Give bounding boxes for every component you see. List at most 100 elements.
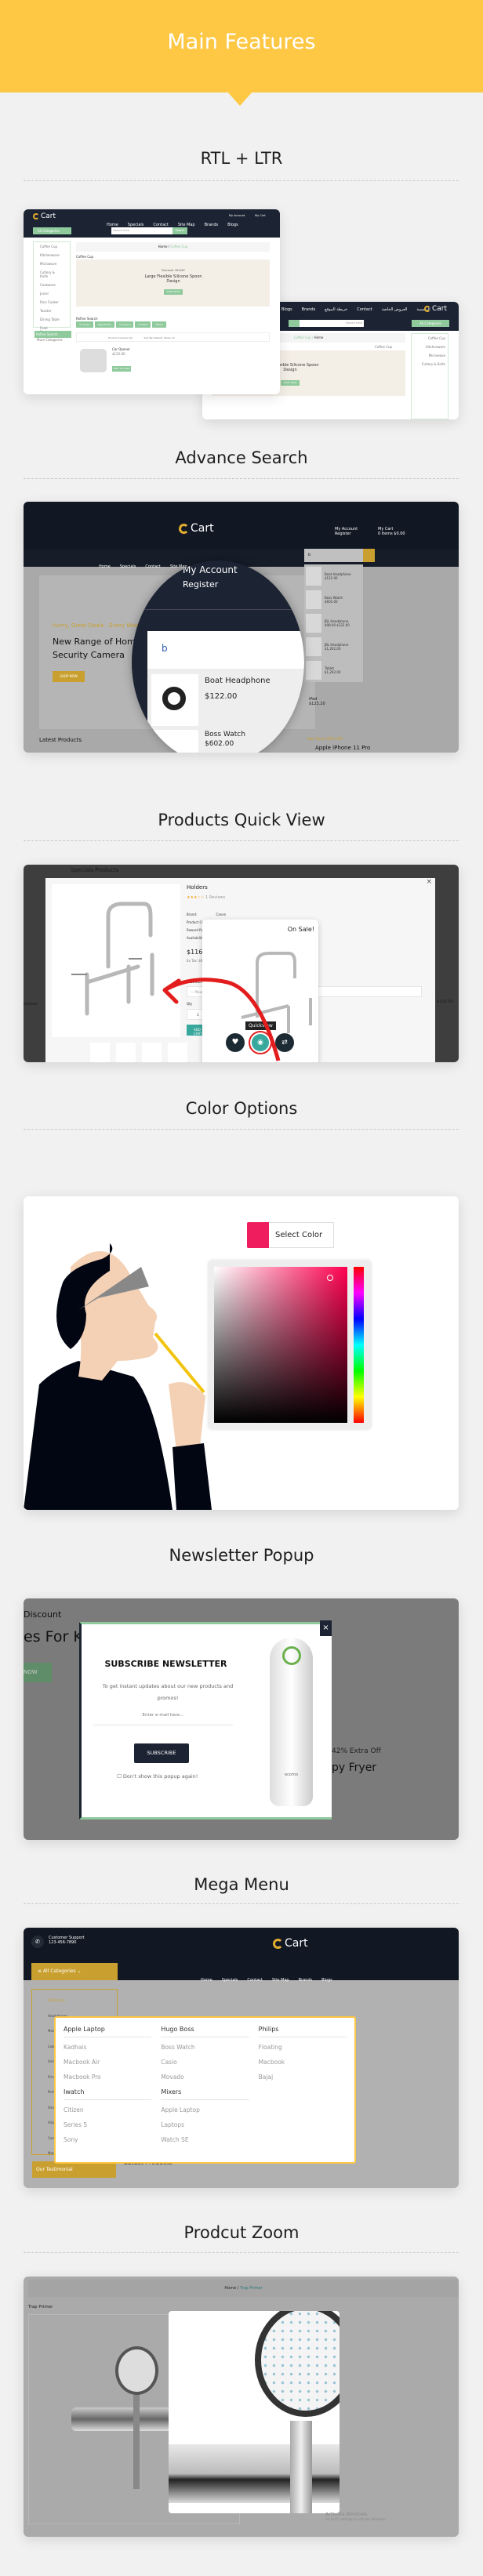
sidebar-item[interactable]: Cutlery & Knife: [34, 268, 70, 281]
selected-color-swatch[interactable]: [247, 1222, 269, 1248]
refine-tag[interactable]: Egg Boilers: [95, 321, 115, 328]
mega-menu-heading[interactable]: Apple Laptop: [64, 2026, 152, 2037]
saturation-field[interactable]: [214, 1267, 347, 1423]
customer-support: Customer Support 123-456-7890: [49, 1936, 85, 1945]
sidebar-item[interactable]: Rice Cooker: [34, 298, 70, 307]
account-link[interactable]: My Account Register: [335, 527, 358, 536]
sidebar-item[interactable]: Microwave: [34, 259, 70, 268]
nav-brands[interactable]: Brands: [205, 223, 219, 227]
breadcrumb-home[interactable]: Home: [224, 2286, 236, 2291]
cart-link[interactable]: My Cart: [255, 214, 266, 217]
subscribe-button[interactable]: SUBSCRIBE: [134, 1743, 189, 1763]
search-result-item[interactable]: Boss Watch $602.00: [304, 588, 363, 611]
sidebar-item[interactable]: Coffee Cup: [34, 242, 70, 251]
search-result-item[interactable]: Boat Headphone $122.00: [304, 564, 363, 588]
search-result-item[interactable]: JBL Headphone $98.00 $122.00: [304, 611, 363, 635]
mega-menu-link[interactable]: Movado: [161, 2073, 249, 2088]
all-categories-button[interactable]: All Categories: [33, 227, 71, 234]
email-input[interactable]: Enter e-mail here...: [93, 1713, 233, 1725]
add-to-cart-button[interactable]: ADD TO CART: [112, 366, 131, 372]
divider: [24, 1129, 459, 1130]
search-result-magnified[interactable]: Boat Headphone $122.00 Boss Watch $602.0…: [147, 669, 304, 753]
mega-menu-link[interactable]: Floating: [259, 2044, 347, 2059]
sidebar-item[interactable]: Kitchenware: [34, 251, 70, 259]
shop-now-button[interactable]: SHOP NOW: [53, 671, 85, 682]
search-button[interactable]: Search: [172, 227, 187, 234]
mega-menu-link[interactable]: Macbook Pro: [64, 2073, 151, 2088]
account-link[interactable]: My Account: [229, 214, 245, 217]
nav-contact[interactable]: Contact: [247, 1978, 262, 1983]
mega-menu-link[interactable]: Casio: [161, 2059, 249, 2073]
search-icon-button[interactable]: [363, 549, 375, 562]
nav-site-map[interactable]: Site Map: [272, 1978, 289, 1983]
select-color-button[interactable]: Select Color: [269, 1222, 334, 1248]
mega-menu-link[interactable]: Boss Watch: [161, 2044, 249, 2059]
refine-tag[interactable]: Mixers: [152, 321, 167, 328]
mega-menu-link[interactable]: Watch SE: [161, 2136, 249, 2151]
mega-menu-heading[interactable]: Iwatch: [64, 2088, 152, 2100]
product-name[interactable]: Car Opener: [112, 347, 130, 351]
mega-menu-link[interactable]: Macbook Air: [64, 2059, 151, 2073]
mega-menu-heading[interactable]: Philips: [258, 2026, 347, 2037]
refine-tag[interactable]: Cookers: [135, 321, 151, 328]
toaster-image: [80, 349, 107, 372]
search-button[interactable]: [289, 320, 300, 327]
search-result-item[interactable]: Tablet $1,202.00: [304, 659, 363, 682]
nav-blogs[interactable]: Blogs: [227, 223, 238, 227]
nav-specials[interactable]: Specials: [222, 1978, 238, 1983]
picker-handle[interactable]: [327, 1275, 333, 1281]
mega-menu-link[interactable]: Series 5: [64, 2121, 151, 2136]
logo[interactable]: Cart: [423, 305, 447, 313]
nav-item[interactable]: Contact: [357, 307, 372, 312]
mega-menu-link[interactable]: Kadhais: [64, 2044, 151, 2059]
search-input[interactable]: Search here: [111, 227, 172, 234]
sort-select[interactable]: Default: [154, 336, 162, 339]
logo[interactable]: Cart: [273, 1937, 308, 1950]
mega-menu-link[interactable]: Citizen: [64, 2106, 151, 2121]
nav-brands[interactable]: Brands: [299, 1978, 313, 1983]
nav-item[interactable]: Blogs: [281, 307, 292, 312]
search-result-item[interactable]: JBL Headphone $1,202.00: [304, 635, 363, 659]
cart-link[interactable]: My Cart 0 items $0.00: [378, 527, 405, 536]
all-categories-button[interactable]: ≡ All Categories ⌄: [31, 1963, 118, 1980]
nav-home[interactable]: Home: [201, 1978, 212, 1983]
sidebar-item[interactable]: Dining Table: [34, 315, 70, 324]
sidebar-item[interactable]: Cookware: [34, 281, 70, 289]
shop-now-button[interactable]: SHOP NOW: [281, 380, 300, 386]
mega-menu-link[interactable]: Macbook: [259, 2059, 347, 2073]
nav-home[interactable]: Home: [99, 564, 111, 569]
mega-menu-heading[interactable]: Mixers: [161, 2088, 249, 2100]
refine-tag[interactable]: Choppers: [116, 321, 134, 328]
color-screenshot: Select Color: [24, 1196, 459, 1510]
shop-now-button[interactable]: SHOP NOW: [164, 289, 183, 295]
nav-contact[interactable]: Contact: [145, 564, 160, 569]
mega-menu-link[interactable]: Apple Laptop: [161, 2106, 249, 2121]
mega-menu-link[interactable]: Laptops: [161, 2121, 249, 2136]
nav-blogs[interactable]: Blogs: [321, 1978, 332, 1983]
nav-item[interactable]: العروض الخاصة: [382, 307, 408, 312]
logo[interactable]: Cart: [33, 212, 56, 220]
search-input[interactable]: b: [304, 549, 363, 562]
refine-tag[interactable]: Air Fryers: [76, 321, 94, 328]
hue-slider[interactable]: [354, 1267, 364, 1423]
sidebar-item[interactable]: Toaster: [34, 307, 70, 315]
logo[interactable]: Cart: [179, 522, 214, 535]
sidebar-item[interactable]: Juicer: [34, 289, 70, 298]
phone-icon: ✆: [31, 1936, 44, 1948]
mega-menu-link[interactable]: Bajaj: [259, 2073, 347, 2088]
nav-specials[interactable]: Specials: [120, 564, 136, 569]
mega-menu-link[interactable]: Sony: [64, 2136, 151, 2151]
close-icon[interactable]: ×: [320, 1620, 332, 1636]
mega-menu-heading[interactable]: Hugo Boss: [161, 2026, 249, 2037]
nav-item[interactable]: Brands: [302, 307, 316, 312]
nav-item[interactable]: خريطة الموقع: [325, 307, 347, 312]
dont-show-checkbox[interactable]: ☐ Don't show this popup again!: [117, 1773, 198, 1780]
search-input-magnified[interactable]: b: [147, 631, 304, 669]
result-thumbnail: [306, 567, 321, 586]
search-input[interactable]: Search here: [300, 320, 364, 327]
sidebar-item[interactable]: Electronics: [48, 1993, 101, 2008]
show-select[interactable]: 12: [172, 336, 175, 339]
promo-banner: Discount 30%Off Large Flexible Silicone …: [76, 259, 270, 307]
main-nav: Home Specials Contact Site Map Brands Blogs: [196, 1969, 337, 1984]
all-categories-button[interactable]: All Categories: [412, 320, 449, 327]
